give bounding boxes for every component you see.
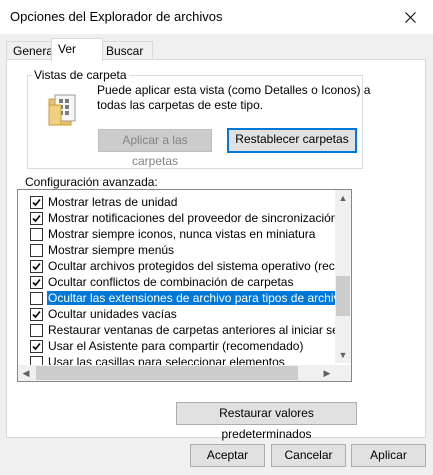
checkbox[interactable]	[30, 292, 43, 305]
checkbox[interactable]	[30, 276, 43, 289]
horizontal-scroll-thumb[interactable]	[36, 366, 298, 380]
checkmark-icon	[32, 262, 41, 271]
title-bar: Opciones del Explorador de archivos	[0, 0, 433, 34]
list-item-label: Mostrar siempre menús	[48, 243, 175, 257]
list-item[interactable]: Mostrar letras de unidad	[18, 194, 335, 210]
list-item[interactable]: Ocultar archivos protegidos del sistema …	[18, 258, 335, 274]
folder-views-label: Vistas de carpeta	[32, 68, 129, 82]
window-title: Opciones del Explorador de archivos	[10, 9, 223, 24]
ok-button[interactable]: Aceptar	[190, 444, 265, 467]
scroll-down-arrow-icon[interactable]: ▼	[335, 347, 351, 363]
checkbox[interactable]	[30, 244, 43, 257]
checkbox[interactable]	[30, 228, 43, 241]
folder-view-icon	[45, 91, 81, 127]
scroll-up-arrow-icon[interactable]: ▲	[335, 190, 351, 206]
close-button[interactable]	[387, 0, 433, 34]
vertical-scroll-thumb[interactable]	[336, 276, 350, 316]
scroll-right-arrow-icon[interactable]: ▶	[319, 365, 335, 381]
cancel-button[interactable]: Cancelar	[271, 444, 346, 467]
list-item[interactable]: Mostrar siempre menús	[18, 242, 335, 258]
list-item-label: Ocultar unidades vacías	[48, 307, 177, 321]
advanced-settings-list[interactable]: Mostrar letras de unidad Mostrar notifica…	[17, 189, 352, 382]
tab-buscar[interactable]: Buscar	[99, 41, 153, 60]
checkmark-icon	[32, 214, 41, 223]
checkbox[interactable]	[30, 196, 43, 209]
list-item-label: Ocultar las extensiones de archivo para …	[47, 291, 335, 305]
list-item-label: Ocultar conflictos de combinación de car…	[48, 275, 294, 289]
checkbox[interactable]	[30, 260, 43, 273]
checkmark-icon	[32, 278, 41, 287]
checkmark-icon	[32, 342, 41, 351]
list-item[interactable]: Ocultar unidades vacías	[18, 306, 335, 322]
scrollbar-corner	[335, 365, 351, 381]
list-item-label: Mostrar notificaciones del proveedor de …	[48, 211, 335, 225]
list-item-label: Ocultar archivos protegidos del sistema …	[48, 259, 335, 273]
checkbox[interactable]	[30, 212, 43, 225]
list-item[interactable]: Restaurar ventanas de carpetas anteriore…	[18, 322, 335, 338]
apply-to-folders-button[interactable]: Aplicar a las carpetas	[98, 129, 212, 168]
list-item[interactable]: Mostrar notificaciones del proveedor de …	[18, 210, 335, 226]
folder-views-description-1: Puede aplicar esta vista (como Detalles …	[97, 83, 371, 97]
list-item-label: Usar el Asistente para compartir (recome…	[48, 339, 304, 353]
list-item-label: Restaurar ventanas de carpetas anteriore…	[48, 323, 335, 337]
reset-folders-button[interactable]: Restablecer carpetas	[227, 128, 357, 153]
checkbox[interactable]	[30, 324, 43, 337]
list-item-label: Mostrar letras de unidad	[48, 195, 178, 209]
horizontal-scrollbar[interactable]: ◀ ▶	[18, 365, 335, 381]
apply-button[interactable]: Aplicar	[351, 444, 426, 467]
folder-views-description-2: todas las carpetas de este tipo.	[97, 98, 264, 112]
checkmark-icon	[32, 310, 41, 319]
advanced-settings-label: Configuración avanzada:	[25, 175, 158, 189]
close-icon	[404, 11, 416, 23]
vertical-scrollbar[interactable]: ▲ ▼	[335, 190, 351, 363]
checkbox[interactable]	[30, 308, 43, 321]
restore-defaults-button[interactable]: Restaurar valores predeterminados	[176, 402, 357, 441]
list-item[interactable]: Usar el Asistente para compartir (recome…	[18, 338, 335, 354]
list-item-label: Mostrar siempre iconos, nunca vistas en …	[48, 227, 316, 241]
tab-general[interactable]: General	[6, 41, 56, 60]
list-item[interactable]: Ocultar las extensiones de archivo para …	[18, 290, 335, 306]
checkmark-icon	[32, 198, 41, 207]
list-item[interactable]: Ocultar conflictos de combinación de car…	[18, 274, 335, 290]
checkbox[interactable]	[30, 340, 43, 353]
tab-ver[interactable]: Ver	[51, 38, 103, 61]
folder-options-dialog: Opciones del Explorador de archivos Gene…	[0, 0, 433, 475]
list-item[interactable]: Mostrar siempre iconos, nunca vistas en …	[18, 226, 335, 242]
scroll-left-arrow-icon[interactable]: ◀	[18, 365, 34, 381]
